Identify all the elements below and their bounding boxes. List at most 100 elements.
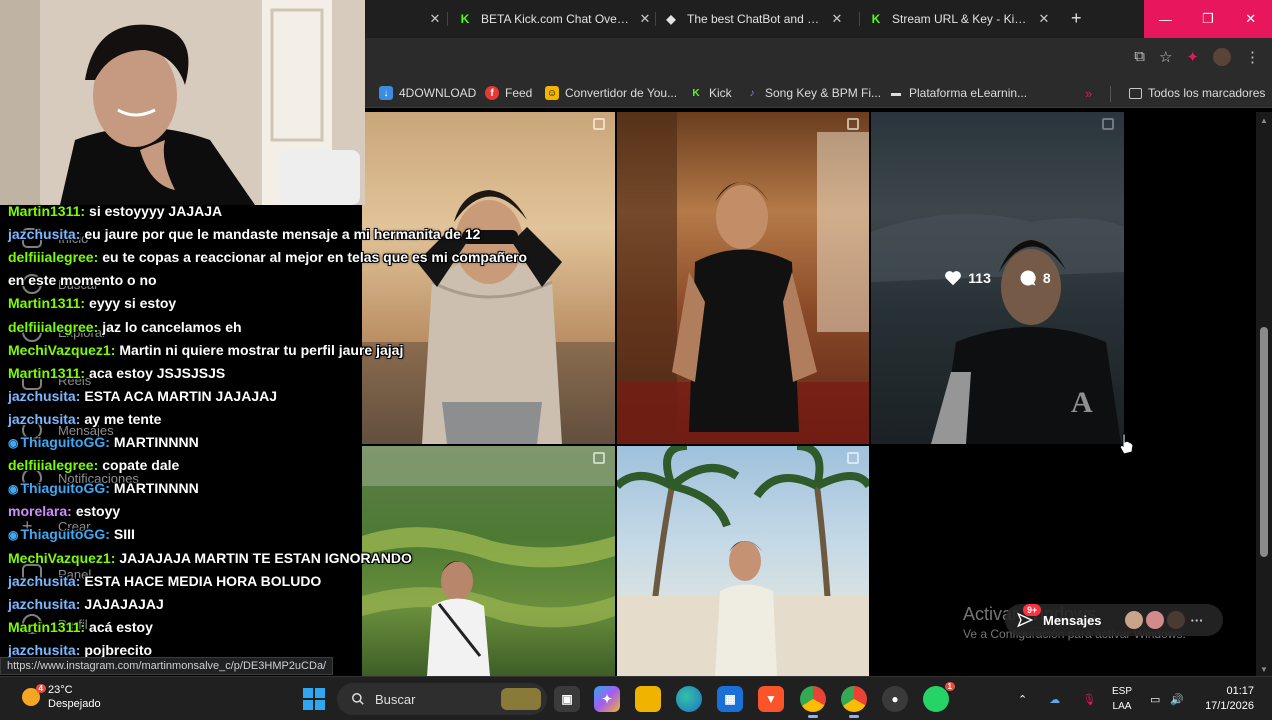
weather-widget[interactable]: 4 23°C Despejado — [22, 683, 101, 711]
comment-icon — [1020, 270, 1036, 286]
chrome-profile-icon[interactable] — [841, 686, 867, 718]
bookmark-feed[interactable]: f Feed — [485, 86, 532, 100]
chrome-icon[interactable] — [800, 686, 826, 718]
chat-message: MechiVazquez1: Martin ni quiere mostrar t… — [8, 342, 403, 358]
likes-count: 113 — [968, 270, 991, 286]
chat-message: jazchusita: ay me tente — [8, 411, 161, 427]
scroll-up-icon[interactable]: ▲ — [1260, 116, 1268, 125]
sun-icon: 4 — [22, 684, 46, 706]
close-window-button[interactable]: ✕ — [1229, 0, 1272, 38]
edge-icon[interactable] — [676, 686, 702, 712]
carousel-icon — [847, 118, 859, 130]
close-icon[interactable]: ✕ — [637, 11, 653, 27]
bookmark-kick[interactable]: K Kick — [689, 86, 732, 100]
onedrive-icon[interactable]: ☁ — [1049, 693, 1060, 706]
carousel-icon — [847, 452, 859, 464]
chevron-up-icon[interactable]: ⌃ — [1018, 693, 1027, 706]
messages-floating-button[interactable]: 9+ Mensajes ··· — [1005, 604, 1223, 636]
bookmark-star-icon[interactable]: ☆ — [1159, 48, 1172, 66]
chat-message: delfiiialegree: jaz lo cancelamos eh — [8, 319, 242, 335]
start-button[interactable] — [303, 688, 325, 710]
install-app-icon[interactable]: ⧉ — [1134, 48, 1145, 66]
chat-text: copate dale — [102, 457, 180, 474]
tab-kick-chat-overlay[interactable]: K BETA Kick.com Chat Overlay ✕ — [457, 6, 653, 32]
comments-stat: 8 — [1019, 269, 1051, 287]
store-icon[interactable]: ▦ — [717, 686, 743, 712]
lang-bottom: LAA — [1112, 701, 1132, 712]
search-icon — [352, 693, 364, 705]
close-icon[interactable]: ✕ — [427, 11, 443, 27]
file-explorer-icon[interactable] — [635, 686, 661, 712]
song-key-icon: ♪ — [749, 87, 755, 99]
comments-count: 8 — [1042, 270, 1051, 286]
tab-stream-url-key[interactable]: K Stream URL & Key - Kick Da ✕ — [868, 6, 1052, 32]
streamer-webcam — [0, 0, 365, 205]
menu-kebab-icon[interactable]: ⋮ — [1245, 48, 1260, 66]
scroll-down-icon[interactable]: ▼ — [1260, 665, 1268, 674]
chat-text: en este momento o no — [8, 272, 157, 289]
search-placeholder: Buscar — [375, 691, 416, 707]
post-thumbnail-hovered[interactable]: A 113 8 — [871, 112, 1124, 444]
chatbot-logo-icon: ◆ — [666, 12, 676, 26]
chat-username: jazchusita: — [8, 641, 81, 658]
chat-text: aca estoy JSJSJSJS — [89, 364, 226, 381]
minimize-button[interactable]: — — [1144, 0, 1187, 38]
chat-text: ay me tente — [84, 410, 162, 427]
chat-message: Martin1311: eyyy si estoy — [8, 295, 176, 311]
post-hover-overlay[interactable]: 113 8 — [871, 112, 1124, 444]
system-clock[interactable]: 01:17 17/1/2026 — [1205, 684, 1254, 714]
chat-text: ESTA HACE MEDIA HORA BOLUDO — [84, 572, 322, 589]
close-icon[interactable]: ✕ — [1036, 11, 1052, 27]
copilot-icon[interactable]: ✦ — [594, 686, 620, 712]
post-thumbnail[interactable] — [617, 446, 869, 676]
chat-text: ESTA ACA MARTIN JAJAJAJ — [84, 387, 278, 404]
close-icon[interactable]: ✕ — [829, 11, 845, 27]
windows-logo-icon — [303, 700, 313, 710]
chat-text: eu jaure por que le mandaste mensaje a m… — [84, 226, 481, 243]
chat-username: ThiaguitoGG: — [20, 526, 110, 543]
quick-settings[interactable]: ▭ 🔊 — [1150, 677, 1184, 720]
chat-username: delfiiialegree: — [8, 457, 99, 474]
chat-message: ◉ ThiaguitoGG: MARTINNNN — [8, 434, 199, 450]
bookmark-song-key[interactable]: ♪ Song Key & BPM Fi... — [745, 86, 882, 100]
chat-message: jazchusita: ESTA HACE MEDIA HORA BOLUDO — [8, 573, 321, 589]
chat-message: delfiiialegree: copate dale — [8, 457, 179, 473]
chat-username: MechiVazquez1: — [8, 549, 116, 566]
bookmark-convertidor[interactable]: ☺ Convertidor de You... — [545, 86, 677, 100]
bookmarks-overflow-button[interactable]: » — [1085, 86, 1092, 101]
brave-icon[interactable]: ▼ — [758, 686, 784, 712]
taskbar-search[interactable]: Buscar — [337, 683, 547, 715]
language-indicator[interactable]: ESP LAA — [1112, 684, 1132, 714]
extensions-icon[interactable]: ✦ — [1186, 48, 1199, 66]
scrollbar-thumb[interactable] — [1260, 327, 1268, 557]
post-thumbnail[interactable] — [617, 112, 869, 444]
page-scrollbar[interactable]: ▲ ▼ — [1256, 112, 1272, 676]
microphone-icon[interactable]: 🎙 — [1082, 693, 1096, 706]
restore-button[interactable]: ❐ — [1187, 0, 1230, 38]
bookmark-label: Convertidor de You... — [565, 86, 678, 100]
subscriber-badge-icon: ◉ — [8, 482, 19, 497]
tab-chatbot[interactable]: ◆ The best ChatBot and Widg ✕ — [663, 6, 845, 32]
chat-text: acá estoy — [89, 618, 153, 635]
bookmark-label: Plataforma eLearnin... — [909, 86, 1028, 100]
bookmark-label: Kick — [709, 86, 732, 100]
whatsapp-icon[interactable]: 1 — [923, 682, 955, 712]
bookmark-label: 4DOWNLOAD — [399, 86, 477, 100]
tab-close-prev[interactable]: ✕ — [421, 6, 443, 32]
bookmark-4download[interactable]: ↓ 4DOWNLOAD — [379, 86, 476, 100]
more-icon: ··· — [1190, 612, 1204, 628]
chat-message: Martin1311: acá estoy — [8, 619, 153, 635]
obs-icon[interactable]: ● — [882, 686, 908, 712]
chat-message: jazchusita: ESTA ACA MARTIN JAJAJAJ — [8, 388, 277, 404]
webcam-feed — [0, 0, 365, 205]
address-bar-row: ⧉ ☆ ✦ ⋮ — [365, 38, 1272, 80]
bookmark-elearning[interactable]: ▬ Plataforma eLearnin... — [889, 86, 1027, 100]
new-tab-button[interactable]: + — [1071, 8, 1082, 28]
chat-username: Martin1311: — [8, 364, 86, 381]
contact-avatar — [1145, 611, 1164, 629]
all-bookmarks-button[interactable]: Todos los marcadores — [1129, 86, 1265, 100]
chat-username: Martin1311: — [8, 295, 86, 312]
profile-avatar[interactable] — [1213, 48, 1231, 66]
hand-cursor-icon — [1119, 433, 1134, 455]
task-view-icon[interactable]: ▣ — [554, 686, 580, 712]
